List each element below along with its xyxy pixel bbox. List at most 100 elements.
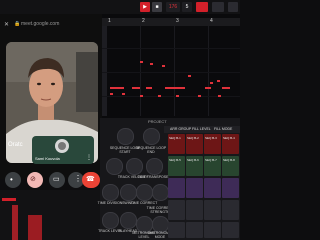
mic-icon: •: [10, 175, 13, 184]
loop-start-knob[interactable]: [117, 128, 134, 145]
grid-line: [208, 26, 209, 116]
time-transpose-label: TIME TRANSPOSE: [137, 175, 169, 179]
camera-toggle-button[interactable]: ⊘: [27, 172, 43, 188]
sequence-pad[interactable]: SEQ B-3: [204, 134, 221, 154]
sequence-pad[interactable]: [222, 222, 239, 238]
caption-text: Oratc: [8, 142, 23, 148]
self-view-tile[interactable]: Sami Kouvola ⋮: [32, 136, 94, 164]
grid-line: [140, 26, 141, 116]
settings-button[interactable]: [212, 2, 224, 12]
midi-note[interactable]: [198, 95, 201, 97]
time-division-knob[interactable]: [102, 184, 119, 201]
midi-note[interactable]: [150, 63, 153, 65]
midi-note[interactable]: [222, 87, 230, 89]
track-level-knob[interactable]: [102, 212, 119, 229]
midi-note[interactable]: [110, 93, 113, 95]
ruler-mark: 1: [108, 18, 111, 24]
midi-note[interactable]: [217, 80, 220, 82]
stop-button[interactable]: ■: [152, 2, 162, 12]
midi-note[interactable]: [122, 93, 125, 95]
daw-topbar: ▶ ■ 176 5: [0, 0, 240, 15]
tab-fill-level[interactable]: FILL LEVEL: [192, 127, 211, 131]
sequence-pad[interactable]: [222, 200, 239, 220]
tab-fill-mode[interactable]: FILL MODE: [214, 127, 232, 131]
level-meter: [12, 205, 18, 240]
swing-knob[interactable]: [106, 158, 123, 175]
project-label: PROJECT: [148, 119, 167, 124]
piano-roll[interactable]: [102, 14, 240, 118]
mic-button[interactable]: •: [5, 172, 21, 188]
midi-note[interactable]: [140, 61, 143, 63]
ruler-mark: 3: [176, 18, 179, 24]
camera-off-icon: ⊘: [30, 176, 36, 183]
tempo-display[interactable]: 176: [166, 2, 180, 12]
midi-note[interactable]: [188, 75, 191, 77]
more-options-icon[interactable]: ⋮: [86, 154, 92, 161]
sequence-pad[interactable]: SEQ B-5: [168, 156, 185, 176]
midi-note[interactable]: [165, 87, 185, 89]
close-icon[interactable]: ✕: [4, 21, 9, 28]
sequence-pad[interactable]: [204, 200, 221, 220]
track-velocity-knob[interactable]: [126, 158, 143, 175]
bar-display[interactable]: 5: [182, 2, 192, 12]
time-transpose-knob[interactable]: [146, 158, 163, 175]
loop-end-knob[interactable]: [143, 128, 160, 145]
sequence-pad[interactable]: [168, 222, 185, 238]
sequence-pad[interactable]: SEQ B-2: [186, 134, 203, 154]
midi-note[interactable]: [146, 87, 152, 89]
sequence-pad[interactable]: [222, 178, 239, 198]
play-button[interactable]: ▶: [140, 2, 150, 12]
sequence-pad[interactable]: [186, 178, 203, 198]
tab-row: ARR GROUP FILL LEVEL FILL MODE: [164, 126, 240, 133]
sequence-pad[interactable]: [168, 178, 185, 198]
browser-header: ✕ 🔒 meet.google.com: [2, 16, 100, 36]
ruler-mark: 4: [210, 18, 213, 24]
time-correct-strength-knob[interactable]: [152, 184, 169, 201]
midi-note[interactable]: [176, 95, 179, 97]
record-button[interactable]: [196, 2, 208, 12]
swing-knob-2[interactable]: [120, 184, 137, 201]
mute-pad[interactable]: [28, 215, 42, 240]
timeline-ruler[interactable]: 1 2 3 4: [102, 18, 240, 26]
present-button[interactable]: ▭: [49, 172, 65, 188]
time-correct-knob[interactable]: [136, 184, 153, 201]
midi-note[interactable]: [110, 87, 124, 89]
sequence-pad[interactable]: SEQ B-1: [168, 134, 185, 154]
sequence-pad[interactable]: [204, 178, 221, 198]
self-name: Sami Kouvola: [35, 156, 60, 161]
midi-note[interactable]: [132, 87, 140, 89]
grid-line: [174, 26, 175, 116]
control-panel: PROJECT ARR GROUP FILL LEVEL FILL MODE S…: [98, 118, 240, 240]
more-icon: ⋮: [74, 174, 82, 183]
midi-note[interactable]: [162, 65, 165, 67]
sequence-pad[interactable]: [186, 200, 203, 220]
url-text[interactable]: meet.google.com: [21, 21, 59, 27]
lock-icon: 🔒: [14, 21, 21, 27]
grid-line: [102, 72, 240, 73]
time-correct-label: TIME CORRECT: [130, 201, 158, 205]
sequence-pad[interactable]: SEQ B-4: [222, 134, 239, 154]
sequence-pad[interactable]: [186, 222, 203, 238]
midi-note[interactable]: [218, 95, 221, 97]
menu-button[interactable]: [228, 2, 238, 12]
midi-note[interactable]: [158, 95, 161, 97]
playhead-knob[interactable]: [120, 212, 137, 229]
ruler-mark: 2: [142, 18, 145, 24]
midi-note[interactable]: [210, 82, 213, 84]
loop-end-label: SEQUENCE LOOP END: [135, 146, 167, 154]
midi-note[interactable]: [140, 95, 143, 97]
sequence-pad[interactable]: [168, 200, 185, 220]
sequence-pad[interactable]: [204, 222, 221, 238]
midi-note[interactable]: [205, 87, 211, 89]
sequence-pad[interactable]: SEQ B-8: [222, 156, 239, 176]
tab-arr-group[interactable]: ARR GROUP: [170, 127, 191, 131]
keyboard-strip[interactable]: [102, 26, 107, 116]
sequence-pad[interactable]: SEQ B-6: [186, 156, 203, 176]
track-meter: [2, 198, 16, 201]
end-call-button[interactable]: ☎: [82, 172, 100, 188]
avatar: [55, 139, 69, 153]
grid-line: [102, 48, 240, 49]
sequence-pad[interactable]: SEQ B-7: [204, 156, 221, 176]
present-icon: ▭: [53, 176, 60, 183]
end-call-icon: ☎: [86, 176, 95, 183]
